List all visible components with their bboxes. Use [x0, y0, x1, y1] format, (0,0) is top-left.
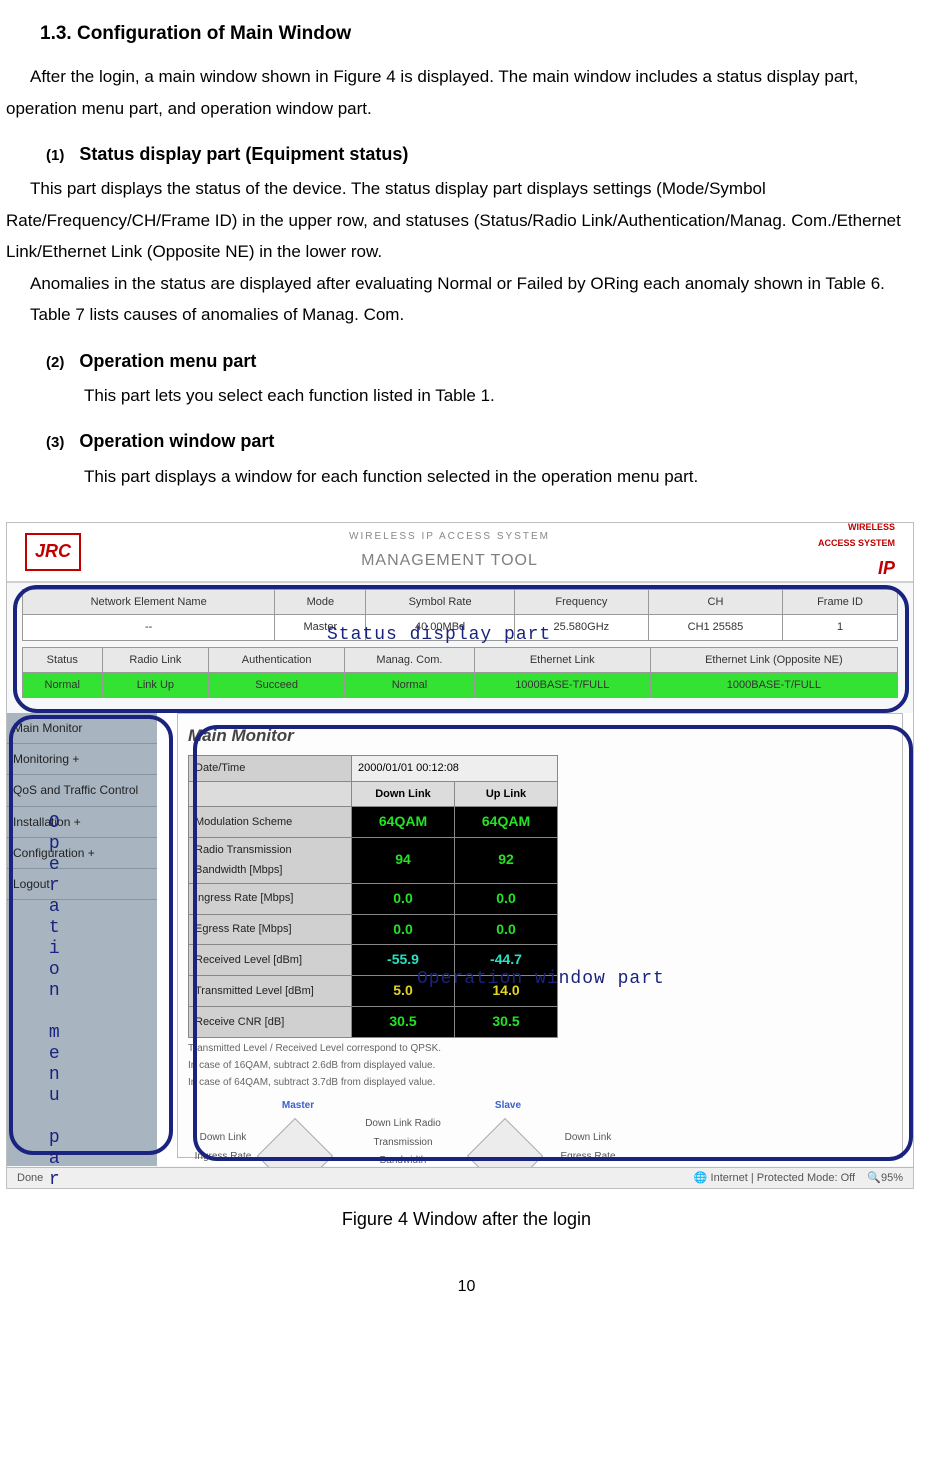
- settings-v-fid: 1: [783, 615, 898, 640]
- annotation-label-status: Status display part: [327, 619, 551, 652]
- mm-col-down: Down Link: [352, 781, 455, 806]
- mm-r1-l: Radio Transmission Bandwidth [Mbps]: [189, 837, 352, 883]
- screenshot-region: JRC WIRELESS IP ACCESS SYSTEM MANAGEMENT…: [6, 522, 914, 1189]
- item1-body-3: Table 7 lists causes of anomalies of Man…: [6, 299, 927, 330]
- mm-r0-l: Modulation Scheme: [189, 807, 352, 838]
- operation-window: Main Monitor Date/Time 2000/01/01 00:12:…: [177, 713, 903, 1158]
- main-area: Main Monitor Monitoring + QoS and Traffi…: [7, 713, 913, 1166]
- mm-r6-l: Receive CNR [dB]: [189, 1007, 352, 1038]
- intro-paragraph: After the login, a main window shown in …: [6, 61, 927, 124]
- mm-r3-l: Egress Rate [Mbps]: [189, 914, 352, 945]
- statusbar-zoom: 95%: [881, 1172, 903, 1184]
- settings-h-name: Network Element Name: [23, 589, 275, 614]
- item1-body-1: This part displays the status of the dev…: [6, 173, 927, 267]
- settings-v-name: --: [23, 615, 275, 640]
- status-v-2: Succeed: [209, 673, 345, 698]
- sidebar-item-qos[interactable]: QoS and Traffic Control: [7, 775, 157, 806]
- item2-heading: (2) Operation menu part: [46, 345, 927, 378]
- item3-number: (3): [46, 434, 64, 451]
- section-heading: 1.3. Configuration of Main Window: [40, 16, 927, 51]
- brand-right-ip: IP: [818, 552, 895, 585]
- item3-heading: (3) Operation window part: [46, 425, 927, 458]
- mm-r6-u: 30.5: [455, 1007, 558, 1038]
- sidebar-item-logout[interactable]: Logout: [7, 869, 157, 900]
- diagram-master: Master: [258, 1097, 338, 1116]
- settings-h-ch: CH: [648, 589, 782, 614]
- status-v-4: 1000BASE-T/FULL: [474, 673, 650, 698]
- mm-note-1: Transmitted Level / Received Level corre…: [188, 1042, 892, 1055]
- item3-body: This part displays a window for each fun…: [84, 461, 927, 492]
- mm-note-3: In case of 64QAM, subtract 3.7dB from di…: [188, 1076, 892, 1089]
- mm-r3-u: 0.0: [455, 914, 558, 945]
- globe-icon: 🌐: [694, 1172, 708, 1184]
- mm-note-2: In case of 16QAM, subtract 2.6dB from di…: [188, 1059, 892, 1072]
- brand-right-2: ACCESS SYSTEM: [818, 535, 895, 552]
- sidebar-item-monitoring[interactable]: Monitoring +: [7, 744, 157, 775]
- sidebar-item-installation[interactable]: Installation +: [7, 807, 157, 838]
- item2-number: (2): [46, 354, 64, 371]
- status-v-3: Normal: [345, 673, 475, 698]
- settings-v-ch: CH1 25585: [648, 615, 782, 640]
- diagram-dl-ingress: Down Link Ingress Rate: [183, 1129, 263, 1166]
- app-header: JRC WIRELESS IP ACCESS SYSTEM MANAGEMENT…: [7, 523, 913, 583]
- mm-r2-d: 0.0: [352, 883, 455, 914]
- browser-statusbar: Done 🌐 Internet | Protected Mode: Off 🔍9…: [7, 1167, 913, 1188]
- sidebar-item-configuration[interactable]: Configuration +: [7, 838, 157, 869]
- item3-title: Operation window part: [79, 431, 274, 451]
- status-h-0: Status: [23, 647, 103, 672]
- statusbar-zone: Internet | Protected Mode: Off: [711, 1172, 856, 1184]
- settings-h-rate: Symbol Rate: [366, 589, 514, 614]
- status-h-5: Ethernet Link (Opposite NE): [650, 647, 897, 672]
- brand-logo: JRC: [25, 533, 81, 570]
- status-v-0: Normal: [23, 673, 103, 698]
- status-v-5: 1000BASE-T/FULL: [650, 673, 897, 698]
- mm-r1-d: 94: [352, 837, 455, 883]
- status-table: Status Radio Link Authentication Manag. …: [22, 647, 898, 699]
- diagram-slave: Slave: [468, 1097, 548, 1116]
- mm-date-label: Date/Time: [189, 756, 352, 781]
- settings-h-freq: Frequency: [514, 589, 648, 614]
- figure-caption: Figure 4 Window after the login: [6, 1203, 927, 1236]
- diagram-dl-egress: Down Link Egress Rate: [548, 1129, 628, 1166]
- app-title-block: WIRELESS IP ACCESS SYSTEM MANAGEMENT TOO…: [349, 528, 550, 576]
- page-number: 10: [6, 1272, 927, 1302]
- operation-menu: Main Monitor Monitoring + QoS and Traffi…: [7, 713, 157, 1166]
- settings-h-fid: Frame ID: [783, 589, 898, 614]
- brand-right: WIRELESS ACCESS SYSTEM IP: [818, 522, 895, 585]
- item2-body: This part lets you select each function …: [84, 380, 927, 411]
- status-h-1: Radio Link: [102, 647, 209, 672]
- annotation-label-work: Operation window part: [417, 963, 665, 996]
- status-v-1: Link Up: [102, 673, 209, 698]
- status-h-2: Authentication: [209, 647, 345, 672]
- work-title: Main Monitor: [188, 720, 892, 751]
- section-title-text: Configuration of Main Window: [77, 23, 351, 44]
- app-title: MANAGEMENT TOOL: [349, 546, 550, 576]
- diagram-dl-radio: Down Link Radio Transmission Bandwidth: [353, 1115, 453, 1171]
- mm-r5-l: Transmitted Level [dBm]: [189, 976, 352, 1007]
- mm-r2-l: Ingress Rate [Mbps]: [189, 883, 352, 914]
- item1-number: (1): [46, 147, 64, 164]
- sidebar-item-main-monitor[interactable]: Main Monitor: [7, 713, 157, 744]
- mm-r3-d: 0.0: [352, 914, 455, 945]
- mm-col-up: Up Link: [455, 781, 558, 806]
- app-title-small: WIRELESS IP ACCESS SYSTEM: [349, 528, 550, 547]
- item1-body-2: Anomalies in the status are displayed af…: [6, 268, 927, 299]
- mm-date-value: 2000/01/01 00:12:08: [352, 756, 558, 781]
- item2-title: Operation menu part: [79, 351, 256, 371]
- mm-r2-u: 0.0: [455, 883, 558, 914]
- mm-r0-d: 64QAM: [352, 807, 455, 838]
- item1-heading: (1) Status display part (Equipment statu…: [46, 138, 927, 171]
- section-number: 1.3.: [40, 23, 72, 44]
- mm-r4-l: Received Level [dBm]: [189, 945, 352, 976]
- item1-title: Status display part (Equipment status): [79, 144, 408, 164]
- settings-h-mode: Mode: [275, 589, 366, 614]
- mm-r1-u: 92: [455, 837, 558, 883]
- mm-r0-u: 64QAM: [455, 807, 558, 838]
- annotation-label-menu: Operation menu part: [37, 813, 70, 1189]
- mm-r6-d: 30.5: [352, 1007, 455, 1038]
- brand-right-1: WIRELESS: [818, 522, 895, 535]
